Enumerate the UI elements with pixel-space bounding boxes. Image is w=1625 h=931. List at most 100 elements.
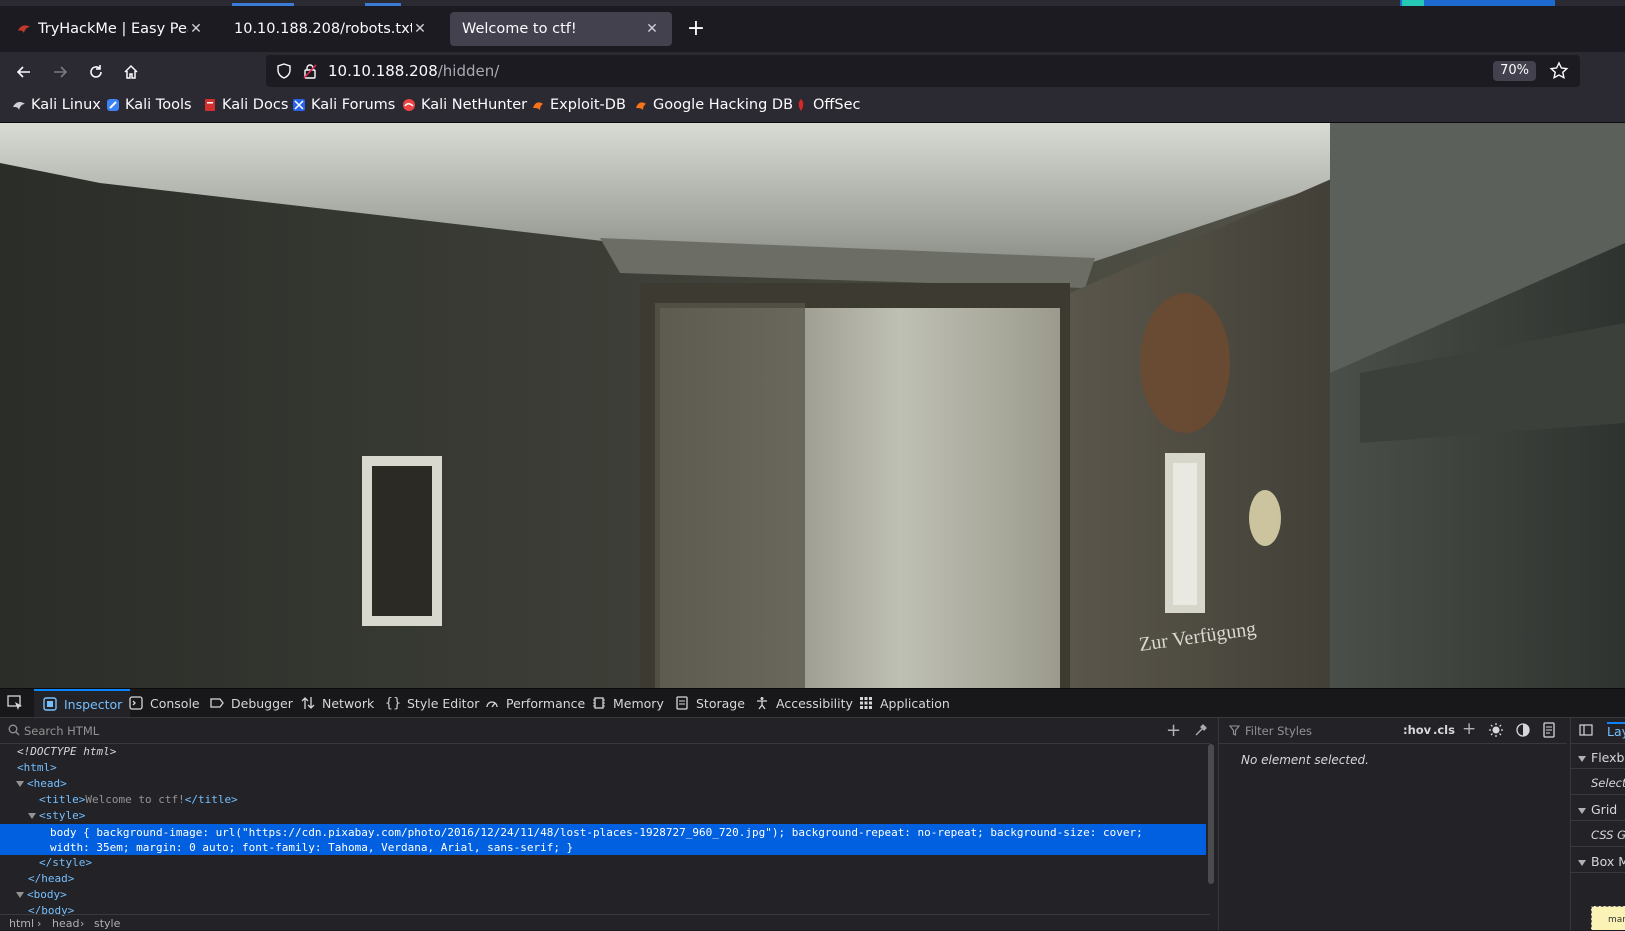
forward-button[interactable] [48, 60, 72, 84]
tab-label: Accessibility [776, 695, 853, 711]
network-icon [300, 695, 316, 711]
devtools-tab-inspector[interactable]: Inspector [34, 689, 131, 717]
application-icon [858, 695, 874, 711]
tree-node-html[interactable]: <html> [0, 760, 1223, 776]
devtools-tab-network[interactable]: Network [300, 689, 374, 717]
tree-node-style-close[interactable]: </style> [0, 855, 1245, 871]
url-text[interactable]: 10.10.188.208/hidden/ [328, 62, 499, 80]
section-divider [1571, 846, 1625, 847]
exploit-db-icon [531, 98, 545, 112]
tab-layout[interactable]: Layout [1607, 722, 1625, 739]
breadcrumb-separator-icon: › [80, 917, 85, 930]
eyedropper-icon[interactable] [1194, 723, 1208, 737]
bookmark-label: Kali Linux [31, 97, 101, 113]
bookmark-kali-nethunter[interactable]: Kali NetHunter [402, 97, 527, 113]
devtools-tab-performance[interactable]: Performance [484, 689, 585, 717]
bookmark-google-hacking-db[interactable]: Google Hacking DB [634, 97, 793, 113]
tab-close-icon[interactable]: ✕ [644, 21, 660, 37]
tracking-shield-icon[interactable] [276, 63, 292, 79]
filter-styles-input[interactable] [1243, 721, 1397, 741]
light-scheme-icon[interactable] [1488, 722, 1504, 738]
breadcrumb-item-head[interactable]: head [52, 917, 79, 930]
devtools-tab-debugger[interactable]: Debugger [209, 689, 293, 717]
tab-label: Debugger [231, 695, 293, 711]
expand-twisty-icon[interactable] [16, 781, 24, 787]
devtools-tab-application[interactable]: Application [858, 689, 950, 717]
breadcrumb: html › head › style [0, 914, 1210, 931]
markup-view: + <!DOCTYPE html> <html> <head> <title>W… [0, 718, 1214, 931]
section-divider [1571, 794, 1625, 795]
tab-close-icon[interactable]: ✕ [188, 21, 204, 37]
devtools-tab-bar: Inspector Console Debugger Network {} St… [0, 689, 1625, 718]
devtools-tab-console[interactable]: Console [128, 689, 200, 717]
markup-scrollbar[interactable] [1208, 744, 1214, 884]
title-text: Welcome to ctf! [85, 793, 185, 806]
box-model-section-header[interactable]: Box Model [1571, 854, 1625, 869]
devtools-panel: Inspector Console Debugger Network {} St… [0, 688, 1625, 930]
section-divider [1571, 872, 1625, 873]
home-button[interactable] [119, 60, 143, 84]
forward-arrow-icon [54, 66, 68, 78]
bookmark-label: Google Hacking DB [653, 97, 794, 113]
devtools-tab-storage[interactable]: Storage [674, 689, 745, 717]
tree-node-style-content-selected[interactable]: body { background-image: url("https://cd… [0, 824, 1206, 855]
class-toggle[interactable]: .cls [1433, 723, 1455, 737]
devtools-tab-memory[interactable]: Memory [591, 689, 664, 717]
element-picker-icon[interactable] [6, 694, 24, 712]
dark-scheme-icon[interactable] [1515, 722, 1531, 738]
bookmark-kali-forums[interactable]: Kali Forums [292, 97, 395, 113]
memory-icon [591, 695, 607, 711]
search-icon [8, 724, 20, 736]
breadcrumb-item-style[interactable]: style [94, 917, 120, 930]
tree-node-doctype[interactable]: <!DOCTYPE html> [0, 744, 1223, 760]
kali-docs-icon [203, 98, 217, 112]
tree-node-head-close[interactable]: </head> [0, 871, 1234, 887]
grid-section-header[interactable]: Grid [1571, 802, 1625, 817]
kali-nethunter-icon [402, 98, 416, 112]
bookmark-kali-docs[interactable]: Kali Docs [203, 97, 288, 113]
hover-state-toggle[interactable]: :hov [1403, 723, 1431, 737]
url-bar[interactable]: 10.10.188.208/hidden/ 70% [266, 55, 1580, 87]
tab-label: Network [322, 695, 375, 711]
storage-icon [674, 695, 690, 711]
bookmark-exploit-db[interactable]: Exploit-DB [531, 97, 626, 113]
devtools-tab-accessibility[interactable]: Accessibility [754, 689, 853, 717]
tab-label: Welcome to ctf! [462, 21, 577, 37]
bookmark-label: Kali Forums [311, 97, 396, 113]
flexbox-section-header[interactable]: Flexbox [1571, 750, 1625, 765]
kali-dragon-icon [12, 98, 26, 112]
tab-robots[interactable]: 10.10.188.208/robots.txt ✕ [222, 12, 440, 46]
tab-tryhackme[interactable]: TryHackMe | Easy Peasy ✕ [4, 12, 216, 46]
print-media-icon[interactable] [1541, 722, 1557, 738]
layout-tabs: Layout [1571, 718, 1625, 744]
tree-node-style[interactable]: <style> [0, 808, 1234, 824]
tab-label: Storage [696, 695, 745, 711]
bookmark-star-icon[interactable] [1548, 60, 1570, 82]
zoom-level-badge[interactable]: 70% [1493, 61, 1536, 81]
breadcrumb-item-html[interactable]: html [9, 917, 34, 930]
tree-node-body[interactable]: <body> [0, 887, 1222, 903]
tab-label: Console [150, 695, 200, 711]
tree-node-head[interactable]: <head> [0, 776, 1222, 792]
tree-node-title[interactable]: <title>Welcome to ctf!</title> [0, 792, 1245, 808]
bookmark-kali-linux[interactable]: Kali Linux [12, 97, 101, 113]
expand-twisty-icon[interactable] [16, 892, 24, 898]
bookmark-offsec[interactable]: OffSec [794, 97, 861, 113]
reload-button[interactable] [84, 60, 108, 84]
add-rule-button[interactable]: + [1462, 719, 1476, 739]
bookmark-kali-tools[interactable]: Kali Tools [106, 97, 192, 113]
expand-twisty-icon[interactable] [28, 813, 36, 819]
kali-tools-icon [106, 98, 120, 112]
style-open-tag: <style> [39, 809, 86, 822]
no-element-selected-message: No element selected. [1241, 753, 1369, 767]
devtools-tab-style-editor[interactable]: {} Style Editor [385, 689, 480, 717]
tab-close-icon[interactable]: ✕ [412, 21, 428, 37]
back-button[interactable] [12, 60, 36, 84]
tab-welcome-ctf[interactable]: Welcome to ctf! ✕ [450, 12, 672, 46]
insecure-lock-icon[interactable] [302, 63, 318, 79]
new-tab-button[interactable]: + [685, 18, 707, 40]
url-host: 10.10.188.208 [328, 62, 438, 80]
add-node-button[interactable]: + [1166, 720, 1181, 741]
toggle-sidebar-icon[interactable] [1579, 723, 1593, 737]
search-html-input[interactable] [22, 721, 1146, 741]
